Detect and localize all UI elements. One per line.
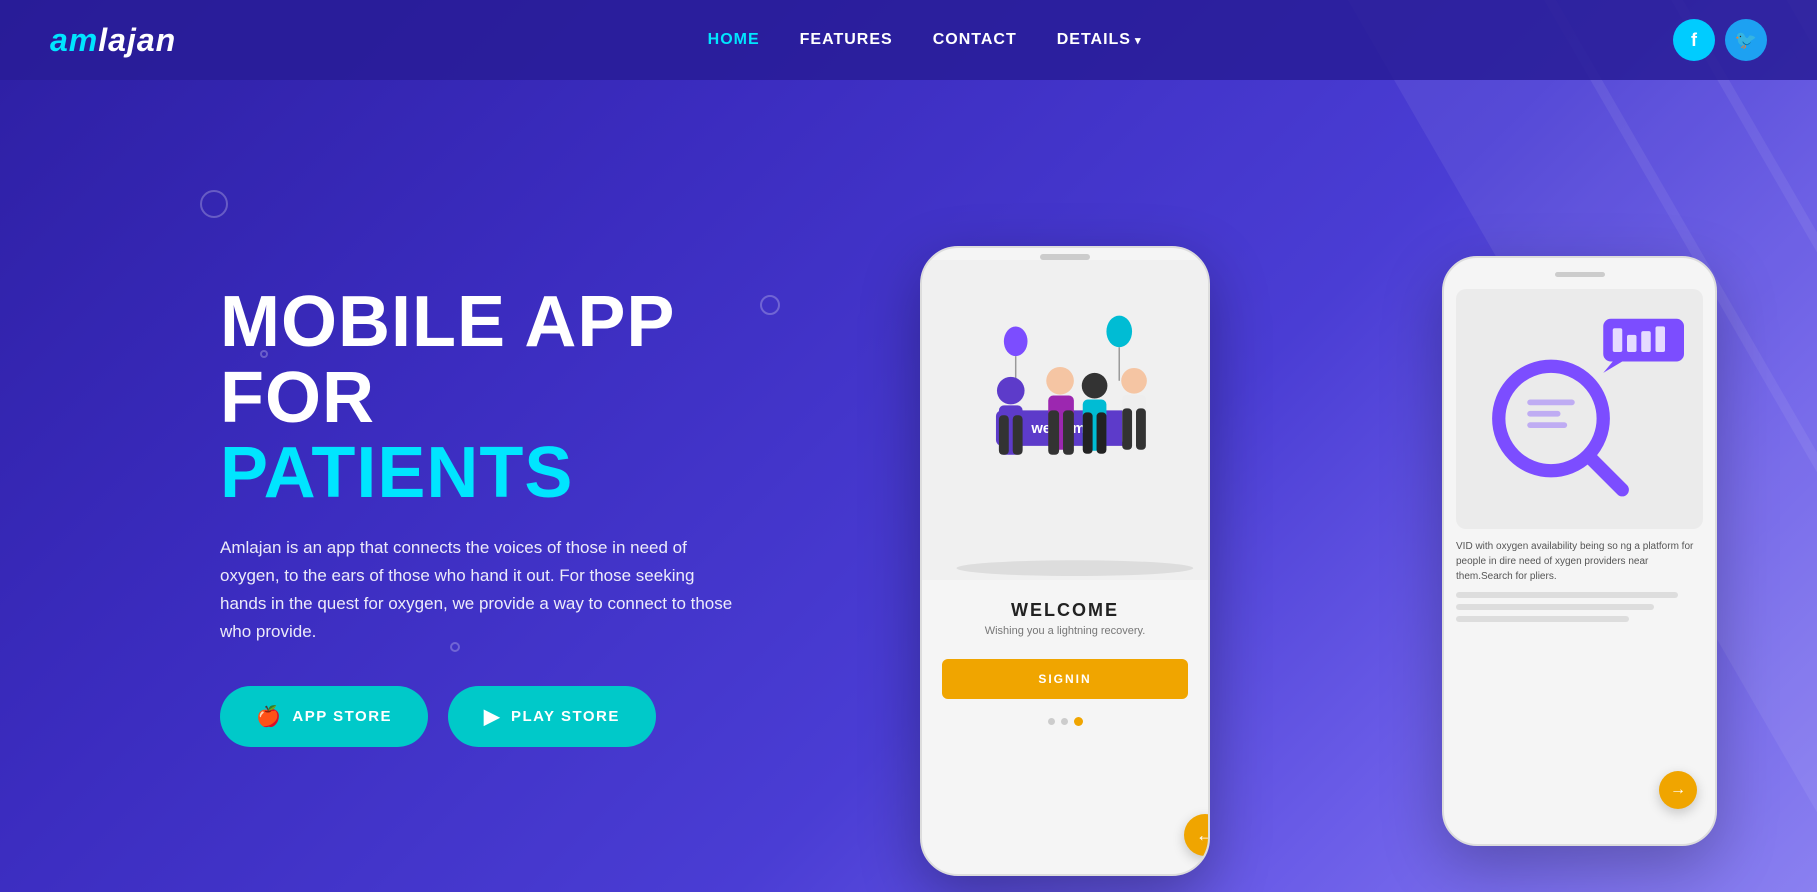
phone-pagination-dots xyxy=(1048,717,1083,726)
phone-back-content: VID with oxygen availability being so ng… xyxy=(1444,277,1715,634)
hero-content: MOBILE APP FOR PATIENTS Amlajan is an ap… xyxy=(220,285,780,747)
phone-welcome-section: WELCOME Wishing you a lightning recovery… xyxy=(965,590,1166,647)
logo[interactable]: amlajan xyxy=(50,22,176,59)
text-line-2 xyxy=(1456,604,1654,610)
apple-icon: 🍎 xyxy=(256,704,282,729)
phone-back-description: VID with oxygen availability being so ng… xyxy=(1456,539,1703,584)
text-line-1 xyxy=(1456,592,1678,598)
phone-next-arrow[interactable]: → xyxy=(1659,771,1697,809)
phone-back-illustration xyxy=(1456,289,1703,529)
chevron-down-icon: ▾ xyxy=(1135,34,1142,47)
hero-buttons: 🍎 APP STORE ▶ PLAY STORE xyxy=(220,686,780,747)
phones-container: welcome! xyxy=(840,156,1737,876)
nav-features[interactable]: FEATURES xyxy=(800,31,893,49)
text-line-3 xyxy=(1456,616,1629,622)
phone-welcome-subtitle: Wishing you a lightning recovery. xyxy=(985,625,1146,637)
navbar: amlajan HOME FEATURES CONTACT DETAILS ▾ … xyxy=(0,0,1817,80)
phone-screen: welcome! xyxy=(922,260,1208,846)
hero-section: MOBILE APP FOR PATIENTS Amlajan is an ap… xyxy=(0,80,1817,892)
analytics-svg xyxy=(1456,289,1703,529)
nav-links: HOME FEATURES CONTACT DETAILS ▾ xyxy=(708,31,1142,49)
people-illustration-svg: welcome! xyxy=(922,290,1208,580)
phone-back-mockup: VID with oxygen availability being so ng… xyxy=(1442,256,1717,846)
phone-signin-button[interactable]: SIGNIN xyxy=(942,659,1188,699)
phone-welcome-title: WELCOME xyxy=(985,600,1146,621)
facebook-icon: f xyxy=(1691,30,1697,51)
dot-3-active xyxy=(1074,717,1083,726)
play-icon: ▶ xyxy=(484,704,501,729)
hero-title: MOBILE APP FOR PATIENTS xyxy=(220,285,780,512)
nav-home[interactable]: HOME xyxy=(708,31,760,49)
dot-1 xyxy=(1048,718,1055,725)
nav-details[interactable]: DETAILS ▾ xyxy=(1057,31,1142,49)
dot-2 xyxy=(1061,718,1068,725)
nav-contact[interactable]: CONTACT xyxy=(933,31,1017,49)
nav-social: f 🐦 xyxy=(1673,19,1767,61)
facebook-button[interactable]: f xyxy=(1673,19,1715,61)
phone-back-text-lines xyxy=(1456,592,1703,622)
twitter-icon: 🐦 xyxy=(1735,30,1757,51)
hero-description: Amlajan is an app that connects the voic… xyxy=(220,534,740,646)
logo-text: amlajan xyxy=(50,22,176,59)
phone-illustration: welcome! xyxy=(922,260,1208,580)
twitter-button[interactable]: 🐦 xyxy=(1725,19,1767,61)
play-store-button[interactable]: ▶ PLAY STORE xyxy=(448,686,656,747)
app-store-button[interactable]: 🍎 APP STORE xyxy=(220,686,428,747)
phone-front-mockup: welcome! xyxy=(920,246,1210,876)
